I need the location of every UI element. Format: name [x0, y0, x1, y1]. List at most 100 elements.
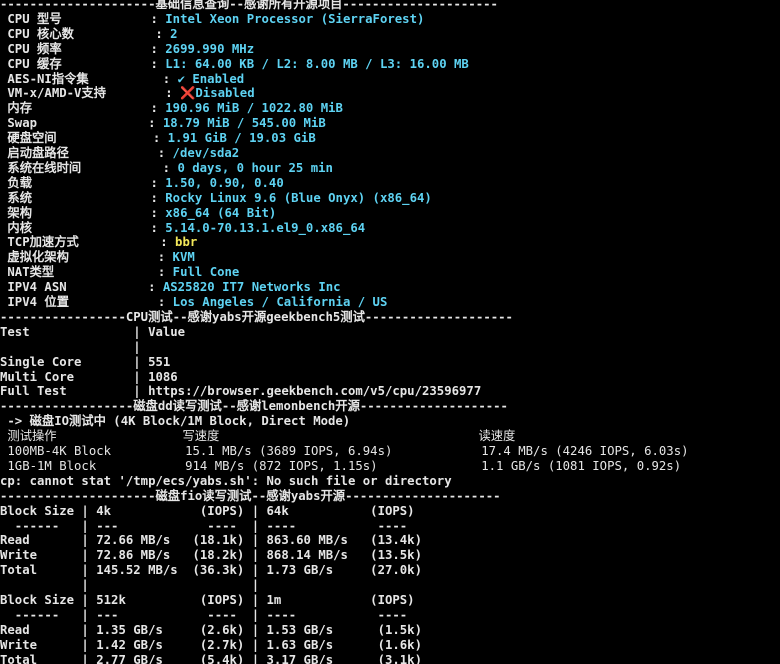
- terminal-text: Single Core | 551: [0, 354, 171, 369]
- terminal-text: Write | 72.86 MB/s (18.2k) | 868.14 MB/s…: [0, 548, 422, 563]
- terminal-line: ---------------------基础信息查询--感谢所有开源项目---…: [0, 0, 498, 12]
- terminal-line: Full Test | https://browser.geekbench.co…: [0, 384, 481, 399]
- terminal-line: NAT类型 : Full Cone: [0, 265, 239, 280]
- terminal-value: x86_64 (64 Bit): [165, 205, 277, 220]
- terminal-text: 系统 :: [0, 190, 166, 205]
- terminal-text: |: [0, 339, 141, 354]
- terminal-text: ------ | --- ---- | ---- ----: [0, 607, 408, 622]
- terminal-line: Block Size | 4k (IOPS) | 64k (IOPS): [0, 504, 415, 519]
- terminal-text: ------ | --- ---- | ---- ----: [0, 518, 408, 533]
- terminal-line: ------ | --- ---- | ---- ----: [0, 608, 407, 623]
- terminal-text: -----------------CPU测试--感谢yabs开源geekbenc…: [0, 309, 513, 324]
- terminal-line: Read | 72.66 MB/s (18.1k) | 863.60 MB/s …: [0, 533, 422, 548]
- terminal-line: 系统 : Rocky Linux 9.6 (Blue Onyx) (x86_64…: [0, 190, 432, 206]
- terminal-value: Intel Xeon Processor (SierraForest): [165, 11, 425, 26]
- terminal-line: 虚拟化架构 : KVM: [0, 250, 195, 265]
- terminal-line: Test | Value: [0, 325, 185, 340]
- terminal-line: Read | 1.35 GB/s (2.6k) | 1.53 GB/s (1.5…: [0, 623, 422, 638]
- terminal-line: 系统在线时间 : 0 days, 0 hour 25 min: [0, 161, 333, 176]
- terminal-line: VM-x/AMD-V支持 : ❌Disabled: [0, 86, 255, 101]
- terminal-text: -> 磁盘IO测试中 (4K Block/1M Block, Direct Mo…: [0, 414, 351, 429]
- terminal-value: 1.91 GiB / 19.03 GiB: [167, 131, 316, 146]
- terminal-text: VM-x/AMD-V支持 :: [0, 86, 181, 101]
- terminal-text: Swap :: [0, 116, 163, 131]
- terminal-line: Total | 2.77 GB/s (5.4k) | 3.17 GB/s (3.…: [0, 653, 422, 664]
- terminal-text: 内存 :: [0, 101, 166, 116]
- terminal-line: Write | 72.86 MB/s (18.2k) | 868.14 MB/s…: [0, 548, 422, 563]
- terminal-text: Multi Core | 1086: [0, 369, 178, 384]
- terminal-line: TCP加速方式 : bbr: [0, 235, 197, 250]
- terminal-line: AES-NI指令集 : ✔ Enabled: [0, 72, 244, 87]
- terminal-text: 架构 :: [0, 205, 166, 220]
- terminal-line: 内存 : 190.96 MiB / 1022.80 MiB: [0, 101, 343, 116]
- terminal-text: 虚拟化架构 :: [0, 250, 173, 265]
- terminal-line: 测试操作 写速度 读速度: [0, 429, 515, 444]
- terminal-value: /dev/sda2: [172, 146, 240, 160]
- terminal-value: KVM: [172, 250, 195, 265]
- terminal-text: cp: cannot stat '/tmp/ecs/yabs.sh': No s…: [0, 473, 452, 488]
- terminal-text: Block Size | 512k (IOPS) | 1m (IOPS): [0, 593, 415, 607]
- terminal-value: ✔ Enabled: [177, 71, 245, 86]
- terminal-text: CPU 核心数 :: [0, 26, 171, 41]
- terminal-line: 内核 : 5.14.0-70.13.1.el9_0.x86_64: [0, 221, 365, 236]
- terminal-text: Read | 72.66 MB/s (18.1k) | 863.60 MB/s …: [0, 533, 422, 548]
- terminal-line: 1GB-1M Block 914 MB/s (872 IOPS, 1.15s) …: [0, 459, 681, 474]
- terminal-line: 100MB-4K Block 15.1 MB/s (3689 IOPS, 6.9…: [0, 444, 689, 459]
- terminal-value: 18.79 MiB / 545.00 MiB: [162, 116, 326, 131]
- terminal-text: Write | 1.42 GB/s (2.7k) | 1.63 GB/s (1.…: [0, 637, 422, 652]
- terminal-text: Total | 2.77 GB/s (5.4k) | 3.17 GB/s (3.…: [0, 652, 422, 664]
- terminal-line: 硬盘空间 : 1.91 GiB / 19.03 GiB: [0, 131, 316, 146]
- terminal-text: 内核 :: [0, 220, 166, 235]
- terminal-text: TCP加速方式 :: [0, 235, 176, 250]
- terminal-line: Total | 145.52 MB/s (36.3k) | 1.73 GB/s …: [0, 563, 422, 578]
- terminal-text: IPV4 位置 :: [0, 295, 173, 309]
- terminal-value: 5.14.0-70.13.1.el9_0.x86_64: [165, 220, 366, 235]
- terminal-value: Los Angeles / California / US: [172, 295, 388, 309]
- terminal-line: Write | 1.42 GB/s (2.7k) | 1.63 GB/s (1.…: [0, 638, 422, 653]
- terminal-value: Rocky Linux 9.6 (Blue Onyx) (x86_64): [165, 190, 432, 205]
- terminal-text: Test | Value: [0, 324, 186, 339]
- terminal-text: NAT类型 :: [0, 265, 173, 280]
- terminal-line: CPU 频率 : 2699.990 MHz: [0, 42, 254, 57]
- terminal-text: 硬盘空间 :: [0, 131, 168, 146]
- terminal-line: 架构 : x86_64 (64 Bit): [0, 206, 276, 221]
- terminal-line: Single Core | 551: [0, 355, 170, 370]
- terminal-text: IPV4 ASN :: [0, 280, 163, 295]
- terminal-text: ------------------磁盘dd读写测试--感谢lemonbench…: [0, 399, 508, 414]
- terminal-text: 系统在线时间 :: [0, 160, 178, 175]
- terminal-line: CPU 核心数 : 2: [0, 26, 178, 42]
- terminal-text: 1GB-1M Block 914 MB/s (872 IOPS, 1.15s) …: [0, 458, 682, 473]
- terminal-text: Read | 1.35 GB/s (2.6k) | 1.53 GB/s (1.5…: [0, 622, 422, 637]
- terminal-text: Block Size | 4k (IOPS) | 64k (IOPS): [0, 503, 415, 518]
- terminal-line: -> 磁盘IO测试中 (4K Block/1M Block, Direct Mo…: [0, 414, 350, 429]
- terminal-line: Swap : 18.79 MiB / 545.00 MiB: [0, 116, 326, 131]
- terminal-line: Multi Core | 1086: [0, 370, 178, 385]
- terminal-text: Full Test | https://browser.geekbench.co…: [0, 384, 482, 399]
- terminal-text: 启动盘路径 :: [0, 146, 173, 160]
- terminal-value: L1: 64.00 KB / L2: 8.00 MB / L3: 16.00 M…: [165, 56, 469, 71]
- terminal-text: ---------------------磁盘fio读写测试--感谢yabs开源…: [0, 488, 501, 503]
- terminal-line: |: [0, 339, 141, 355]
- terminal-line: ------ | --- ---- | ---- ----: [0, 519, 407, 534]
- terminal-value: Full Cone: [172, 265, 240, 280]
- terminal-text: 100MB-4K Block 15.1 MB/s (3689 IOPS, 6.9…: [0, 444, 689, 458]
- terminal-line: ---------------------磁盘fio读写测试--感谢yabs开源…: [0, 489, 501, 504]
- terminal-value: 2: [170, 26, 178, 41]
- terminal-text: ---------------------基础信息查询--感谢所有开源项目---…: [0, 0, 498, 11]
- terminal-line: Block Size | 512k (IOPS) | 1m (IOPS): [0, 593, 415, 608]
- terminal-value: 190.96 MiB / 1022.80 MiB: [165, 101, 343, 116]
- terminal-line: CPU 型号 : Intel Xeon Processor (SierraFor…: [0, 12, 424, 27]
- terminal-output[interactable]: ---------------------基础信息查询--感谢所有开源项目---…: [0, 0, 780, 664]
- terminal-line: -----------------CPU测试--感谢yabs开源geekbenc…: [0, 310, 513, 325]
- terminal-text: Total | 145.52 MB/s (36.3k) | 1.73 GB/s …: [0, 563, 422, 578]
- terminal-line: IPV4 位置 : Los Angeles / California / US: [0, 295, 387, 310]
- terminal-text: AES-NI指令集 :: [0, 71, 178, 86]
- terminal-text: 测试操作 写速度 读速度: [0, 429, 516, 444]
- terminal-text: 负载 :: [0, 175, 166, 190]
- terminal-line: | |: [0, 578, 259, 593]
- terminal-line: ------------------磁盘dd读写测试--感谢lemonbench…: [0, 399, 508, 414]
- terminal-line: cp: cannot stat '/tmp/ecs/yabs.sh': No s…: [0, 474, 452, 489]
- terminal-value: ❌Disabled: [180, 86, 255, 101]
- terminal-value: bbr: [175, 235, 198, 250]
- terminal-value: 1.50, 0.90, 0.40: [165, 175, 284, 190]
